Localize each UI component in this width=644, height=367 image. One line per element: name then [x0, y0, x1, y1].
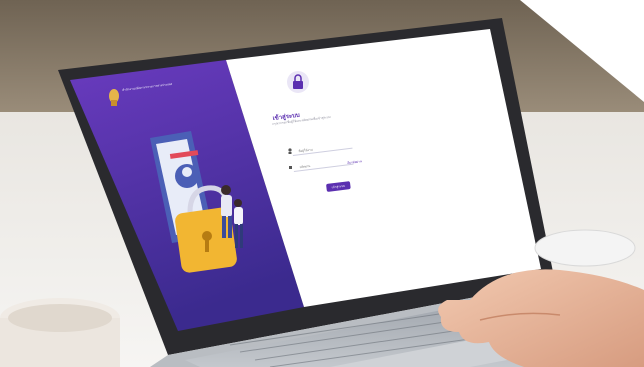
key-icon — [289, 166, 292, 169]
laptop-photo — [0, 0, 644, 367]
photo-scene: สำนักงานปลัดกระทรวงการต่างประเทศ เข้าสู่… — [0, 0, 644, 367]
lock-icon — [287, 71, 309, 93]
